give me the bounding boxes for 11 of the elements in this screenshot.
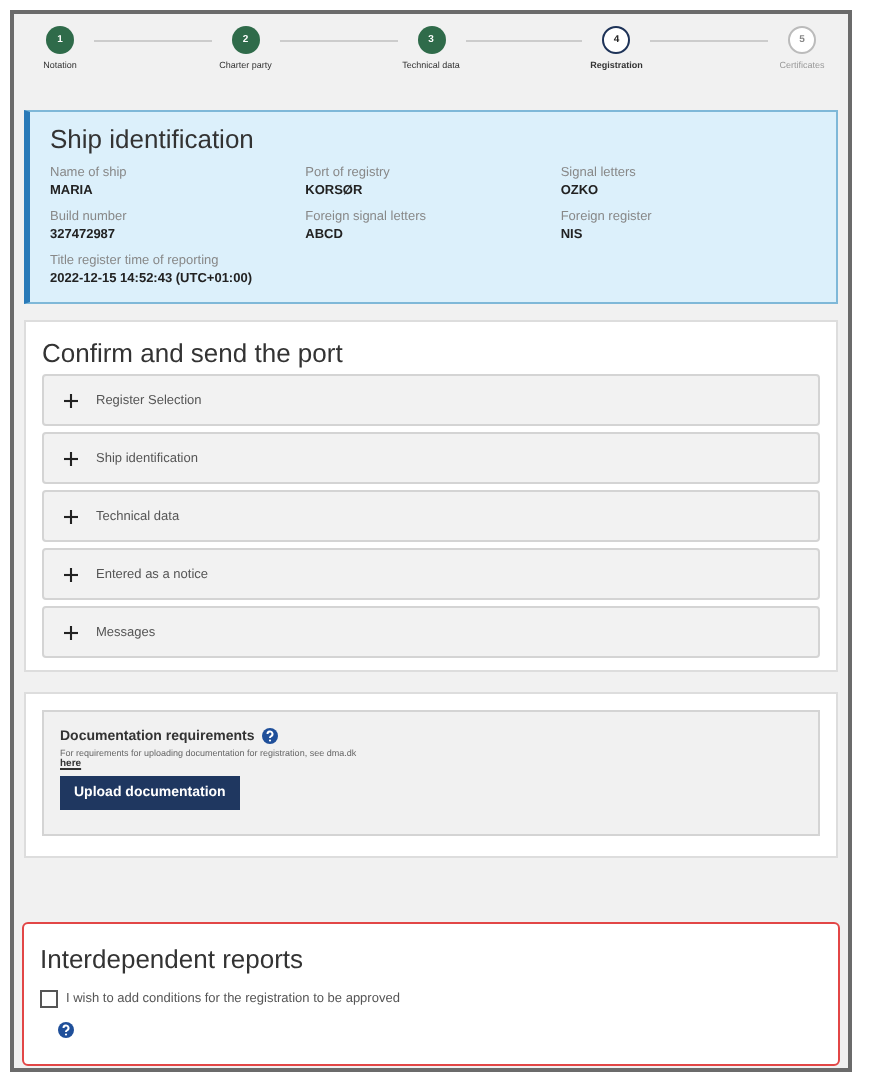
- checkbox[interactable]: [40, 990, 58, 1008]
- plus-icon: [64, 393, 78, 407]
- plus-icon: [64, 451, 78, 465]
- plus-icon: [64, 625, 78, 639]
- section-title: Ship identification: [50, 124, 256, 154]
- plus-icon: [64, 567, 78, 581]
- plus-icon: [64, 509, 78, 523]
- section-title: Confirm and send the port: [42, 338, 345, 368]
- help-icon[interactable]: [58, 1021, 74, 1038]
- section-title: Interdependent reports: [40, 944, 306, 974]
- help-icon[interactable]: [262, 728, 279, 744]
